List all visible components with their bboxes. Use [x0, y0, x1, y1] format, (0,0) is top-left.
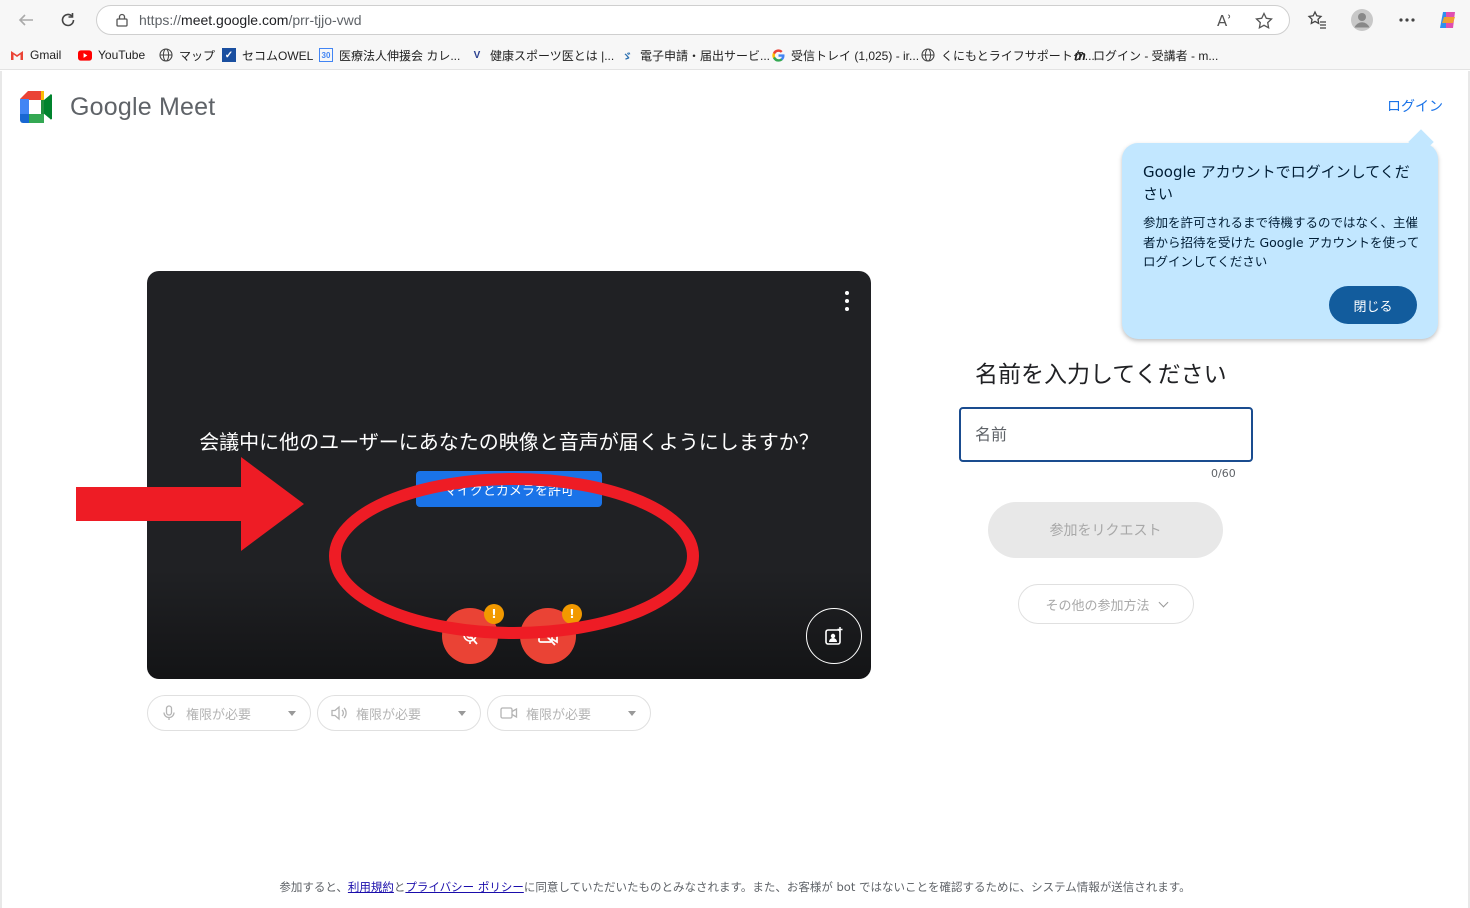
back-button[interactable] [12, 6, 40, 34]
google-meet-logo: Google Meet [20, 91, 215, 123]
microphone-icon [160, 704, 178, 722]
consent-footer: 参加すると、利用規約とプライバシー ポリシーに同意していただいたものとみなされま… [2, 879, 1468, 895]
address-bar[interactable]: https://meet.google.com/prr-tjjo-vwd Aʾ [96, 5, 1290, 35]
tooltip-title: Google アカウントでログインしてください [1143, 163, 1410, 203]
bookmark-life-support[interactable]: くにもとライフサポートク... [921, 46, 1095, 64]
name-input[interactable] [959, 407, 1253, 462]
bookmark-sports-doctor[interactable]: V 健康スポーツ医とは |... [470, 46, 615, 64]
bookmark-login-student[interactable]: m ログイン - 受講者 - m... [1073, 46, 1218, 64]
browser-toolbar: https://meet.google.com/prr-tjjo-vwd Aʾ [0, 0, 1470, 40]
bookmark-label: Gmail [30, 48, 62, 62]
bookmark-gmail[interactable]: Gmail [10, 46, 61, 64]
name-char-counter: 0/60 [1211, 467, 1236, 480]
login-tooltip: Google アカウントでログインしてください 参加を許可されるまで待機するので… [1122, 143, 1438, 339]
bookmark-e-application[interactable]: ゞ 電子申請・届出サービ... [620, 46, 770, 64]
meet-page: Google Meet ログイン Google アカウントでログインしてください… [0, 71, 1470, 908]
bookmark-maps[interactable]: マップ [159, 46, 215, 64]
favorites-icon[interactable] [1303, 6, 1331, 34]
join-title: 名前を入力してください [975, 362, 1227, 388]
url-host: meet.google.com [181, 12, 289, 28]
camera-icon [500, 704, 518, 722]
bookmark-label: 医療法人伸援会 カレ... [339, 48, 461, 63]
calendar-icon: 30 [319, 48, 333, 62]
globe-icon [159, 48, 173, 62]
bookmark-label: マップ [179, 48, 216, 63]
speaker-icon [330, 704, 348, 722]
camera-selector-label: 権限が必要 [526, 707, 592, 723]
footer-prefix: 参加すると、 [279, 880, 348, 894]
visual-effects-icon [825, 627, 843, 645]
speaker-selector-label: 権限が必要 [356, 707, 422, 723]
more-menu-icon[interactable] [1393, 6, 1421, 34]
other-join-options-label: その他の参加方法 [1045, 598, 1150, 614]
url-text: https://meet.google.com/prr-tjjo-vwd [139, 12, 362, 28]
bookmarks-bar: Gmail YouTube マップ ✓ セコムOWEL 30 医療法人伸援会 カ… [0, 40, 1470, 70]
camera-selector[interactable]: 権限が必要 [487, 695, 651, 731]
copilot-icon[interactable] [1434, 6, 1462, 34]
chevron-down-icon [288, 711, 296, 716]
bookmark-label: ログイン - 受講者 - m... [1093, 48, 1219, 63]
chevron-down-icon [458, 711, 466, 716]
back-arrow-icon [18, 14, 33, 26]
terms-link[interactable]: 利用規約 [348, 880, 394, 894]
footer-suffix: に同意していただいたものとみなされます。また、お客様が bot ではないことを確… [523, 880, 1191, 894]
bookmark-secom[interactable]: ✓ セコムOWEL [222, 46, 313, 64]
speaker-selector[interactable]: 権限が必要 [317, 695, 481, 731]
secom-icon: ✓ [222, 48, 236, 62]
tooltip-body: 参加を許可されるまで待機するのではなく、主催者から招待を受けた Google ア… [1143, 215, 1420, 269]
footer-and: と [393, 880, 406, 894]
youtube-icon [78, 48, 92, 62]
favorite-star-icon[interactable] [1255, 11, 1273, 34]
annotation-arrow [76, 457, 304, 551]
url-path: /prr-tjjo-vwd [288, 12, 362, 28]
login-link[interactable]: ログイン [1387, 96, 1443, 116]
bookmark-inbox[interactable]: 受信トレイ (1,025) - ir... [771, 46, 919, 64]
bookmark-calendar[interactable]: 30 医療法人伸援会 カレ... [319, 46, 460, 64]
meet-camera-icon [20, 91, 53, 123]
bookmark-youtube[interactable]: YouTube [78, 46, 145, 64]
bookmark-label: セコムOWEL [242, 48, 314, 63]
bookmark-label: 健康スポーツ医とは |... [490, 48, 615, 63]
brand-name: Google Meet [70, 92, 216, 121]
site-icon: V [473, 49, 481, 61]
chevron-down-icon [628, 711, 636, 716]
chevron-down-icon [1158, 597, 1168, 607]
reload-button[interactable] [54, 6, 82, 34]
bookmark-label: YouTube [98, 48, 146, 62]
permission-question: 会議中に他のユーザーにあなたの映像と音声が届くようにしますか？ [199, 430, 819, 454]
close-tooltip-button[interactable]: 閉じる [1329, 286, 1417, 324]
globe-icon [921, 48, 935, 62]
google-icon [771, 48, 785, 62]
more-options-icon[interactable] [837, 289, 857, 313]
gmail-icon [10, 48, 24, 62]
url-scheme: https:// [139, 12, 182, 28]
read-aloud-icon[interactable]: Aʾ [1217, 12, 1232, 30]
bookmark-label: 受信トレイ (1,025) - ir... [791, 48, 920, 63]
bookmark-label: 電子申請・届出サービ... [640, 48, 771, 63]
bookmark-label: くにもとライフサポートク... [941, 48, 1095, 63]
privacy-policy-link[interactable]: プライバシー ポリシー [405, 880, 523, 894]
visual-effects-button[interactable] [806, 608, 862, 664]
microphone-selector[interactable]: 権限が必要 [147, 695, 311, 731]
request-join-button[interactable]: 参加をリクエスト [988, 502, 1223, 558]
other-join-options-button[interactable]: その他の参加方法 [1018, 584, 1194, 624]
microphone-selector-label: 権限が必要 [186, 707, 252, 723]
annotation-ellipse [329, 473, 699, 639]
reload-icon [61, 13, 75, 27]
site-icon: ゞ [622, 51, 632, 63]
lock-icon [115, 13, 129, 27]
m-icon: m [1074, 47, 1086, 63]
profile-avatar-icon[interactable] [1348, 6, 1376, 34]
